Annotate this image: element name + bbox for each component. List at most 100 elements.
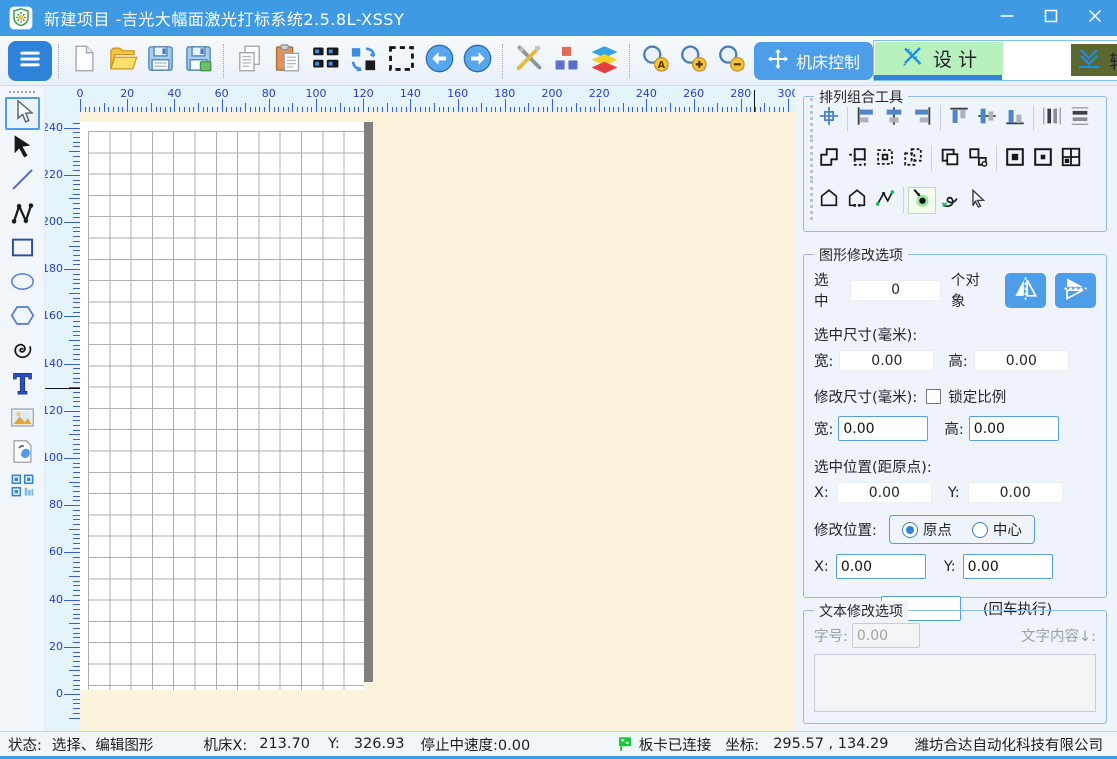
close-button[interactable] [1073, 0, 1117, 36]
palette-drag-grip[interactable] [9, 91, 35, 93]
open-folder-button[interactable] [103, 40, 141, 82]
group-copy-button[interactable] [936, 146, 964, 173]
h-ruler-label: 240 [636, 87, 657, 100]
redo-icon [462, 43, 493, 78]
v-ruler-tick [73, 416, 80, 417]
marquee-button[interactable] [382, 40, 420, 82]
ungroup-button[interactable] [964, 146, 992, 173]
poly-closed-icon [818, 187, 840, 213]
align-center-h-button[interactable] [880, 105, 908, 132]
zoom-in-button[interactable] [674, 40, 712, 82]
h-ruler-label: 60 [215, 87, 229, 100]
vector-fill-tool-button[interactable] [5, 437, 40, 470]
canvas-area[interactable] [80, 112, 795, 731]
align-middle-button[interactable] [973, 105, 1001, 132]
trim-button[interactable] [843, 146, 871, 173]
polyline-tool-button[interactable] [5, 199, 40, 232]
align-top-icon [948, 105, 970, 131]
same-height-button[interactable] [1066, 105, 1094, 132]
array-copy-button[interactable] [306, 40, 344, 82]
poly-open-button[interactable] [843, 187, 871, 214]
intersect-button[interactable] [871, 146, 899, 173]
font-size-input[interactable] [852, 623, 920, 648]
same-width-button[interactable] [1038, 105, 1066, 132]
minimize-button[interactable] [985, 0, 1029, 36]
v-ruler-tick [73, 264, 80, 265]
poly-open-icon [846, 187, 868, 213]
center-radio[interactable]: 中心 [972, 519, 1022, 540]
image-tool-button[interactable] [5, 403, 40, 436]
spiral-tool-button[interactable] [5, 335, 40, 368]
weld-button[interactable] [815, 146, 843, 173]
v-ruler-tick [73, 449, 80, 450]
redo-button[interactable] [458, 40, 496, 82]
zoom-out-button[interactable] [712, 40, 750, 82]
v-ruler-tick [73, 397, 80, 398]
node-square-button[interactable] [1001, 146, 1029, 173]
toolbar-separator [58, 44, 59, 78]
origin-radio-circle[interactable] [902, 522, 918, 538]
poly-closed-button[interactable] [815, 187, 843, 214]
curve-cut-button[interactable] [936, 187, 964, 214]
machine-control-button[interactable]: 机床控制 [754, 42, 873, 80]
height-input[interactable] [969, 416, 1059, 441]
work-area[interactable] [80, 122, 364, 690]
edit-arrow-button[interactable] [5, 131, 40, 164]
align-bottom-button[interactable] [1001, 105, 1029, 132]
v-ruler-label: 80 [49, 498, 63, 511]
copy-button[interactable] [230, 40, 268, 82]
polygon-tool-button[interactable] [5, 301, 40, 334]
text-tool-button[interactable] [5, 369, 40, 402]
combine-button[interactable] [899, 146, 927, 173]
center-radio-circle[interactable] [972, 522, 988, 538]
save-button[interactable] [141, 40, 179, 82]
arrange-rows [804, 98, 1106, 220]
v-ruler-tick [64, 316, 80, 317]
maximize-button[interactable] [1029, 0, 1073, 36]
tools-button[interactable] [509, 40, 547, 82]
tab-output[interactable]: 输 出 [1071, 44, 1117, 76]
align-center-both-icon [818, 105, 840, 131]
menu-button[interactable] [8, 41, 52, 81]
flip-vertical-button[interactable] [1055, 273, 1096, 308]
line-tool-button[interactable] [5, 165, 40, 198]
v-ruler-tick [73, 661, 80, 662]
zoom-all-button[interactable]: A [636, 40, 674, 82]
align-left-button[interactable] [852, 105, 880, 132]
lock-ratio-label: 锁定比例 [948, 386, 1006, 407]
width-input[interactable] [838, 416, 928, 441]
pick-node-button[interactable] [908, 187, 936, 214]
align-top-button[interactable] [945, 105, 973, 132]
array-copy-icon [310, 43, 341, 78]
h-ruler-label: 280 [730, 87, 751, 100]
node-square-small-button[interactable] [1029, 146, 1057, 173]
lock-ratio-checkbox[interactable] [926, 389, 941, 404]
new-file-button[interactable] [65, 40, 103, 82]
text-content-textarea[interactable] [814, 654, 1096, 712]
undo-button[interactable] [420, 40, 458, 82]
paste-button[interactable] [268, 40, 306, 82]
transform-swap-button[interactable] [344, 40, 382, 82]
blocks-button[interactable] [547, 40, 585, 82]
right-panel: 排列组合工具 图形修改选项 选中 0 个对象 选中尺寸(毫米): 宽: 0.00… [795, 86, 1117, 731]
arrange-separator [1033, 105, 1034, 131]
save-as-button[interactable] [179, 40, 217, 82]
array-grid-tool-button[interactable] [5, 471, 40, 504]
align-center-both-button[interactable] [815, 105, 843, 132]
rectangle-tool-button[interactable] [5, 233, 40, 266]
modify-y-label: Y: [944, 559, 956, 575]
select-arrow-button[interactable] [5, 97, 40, 130]
v-ruler-label: 20 [49, 640, 63, 653]
v-ruler-tick [73, 123, 80, 124]
y-input[interactable] [963, 554, 1053, 579]
flip-horizontal-button[interactable] [1005, 273, 1046, 308]
origin-radio[interactable]: 原点 [902, 519, 952, 540]
align-right-button[interactable] [908, 105, 936, 132]
node-edit-button[interactable] [871, 187, 899, 214]
tab-design[interactable]: 设 计 [875, 42, 1003, 75]
layers-button[interactable] [585, 40, 623, 82]
ellipse-tool-button[interactable] [5, 267, 40, 300]
grid-cells-button[interactable] [1057, 146, 1085, 173]
select-open-arrow-button[interactable] [964, 187, 992, 214]
x-input[interactable] [836, 554, 926, 579]
